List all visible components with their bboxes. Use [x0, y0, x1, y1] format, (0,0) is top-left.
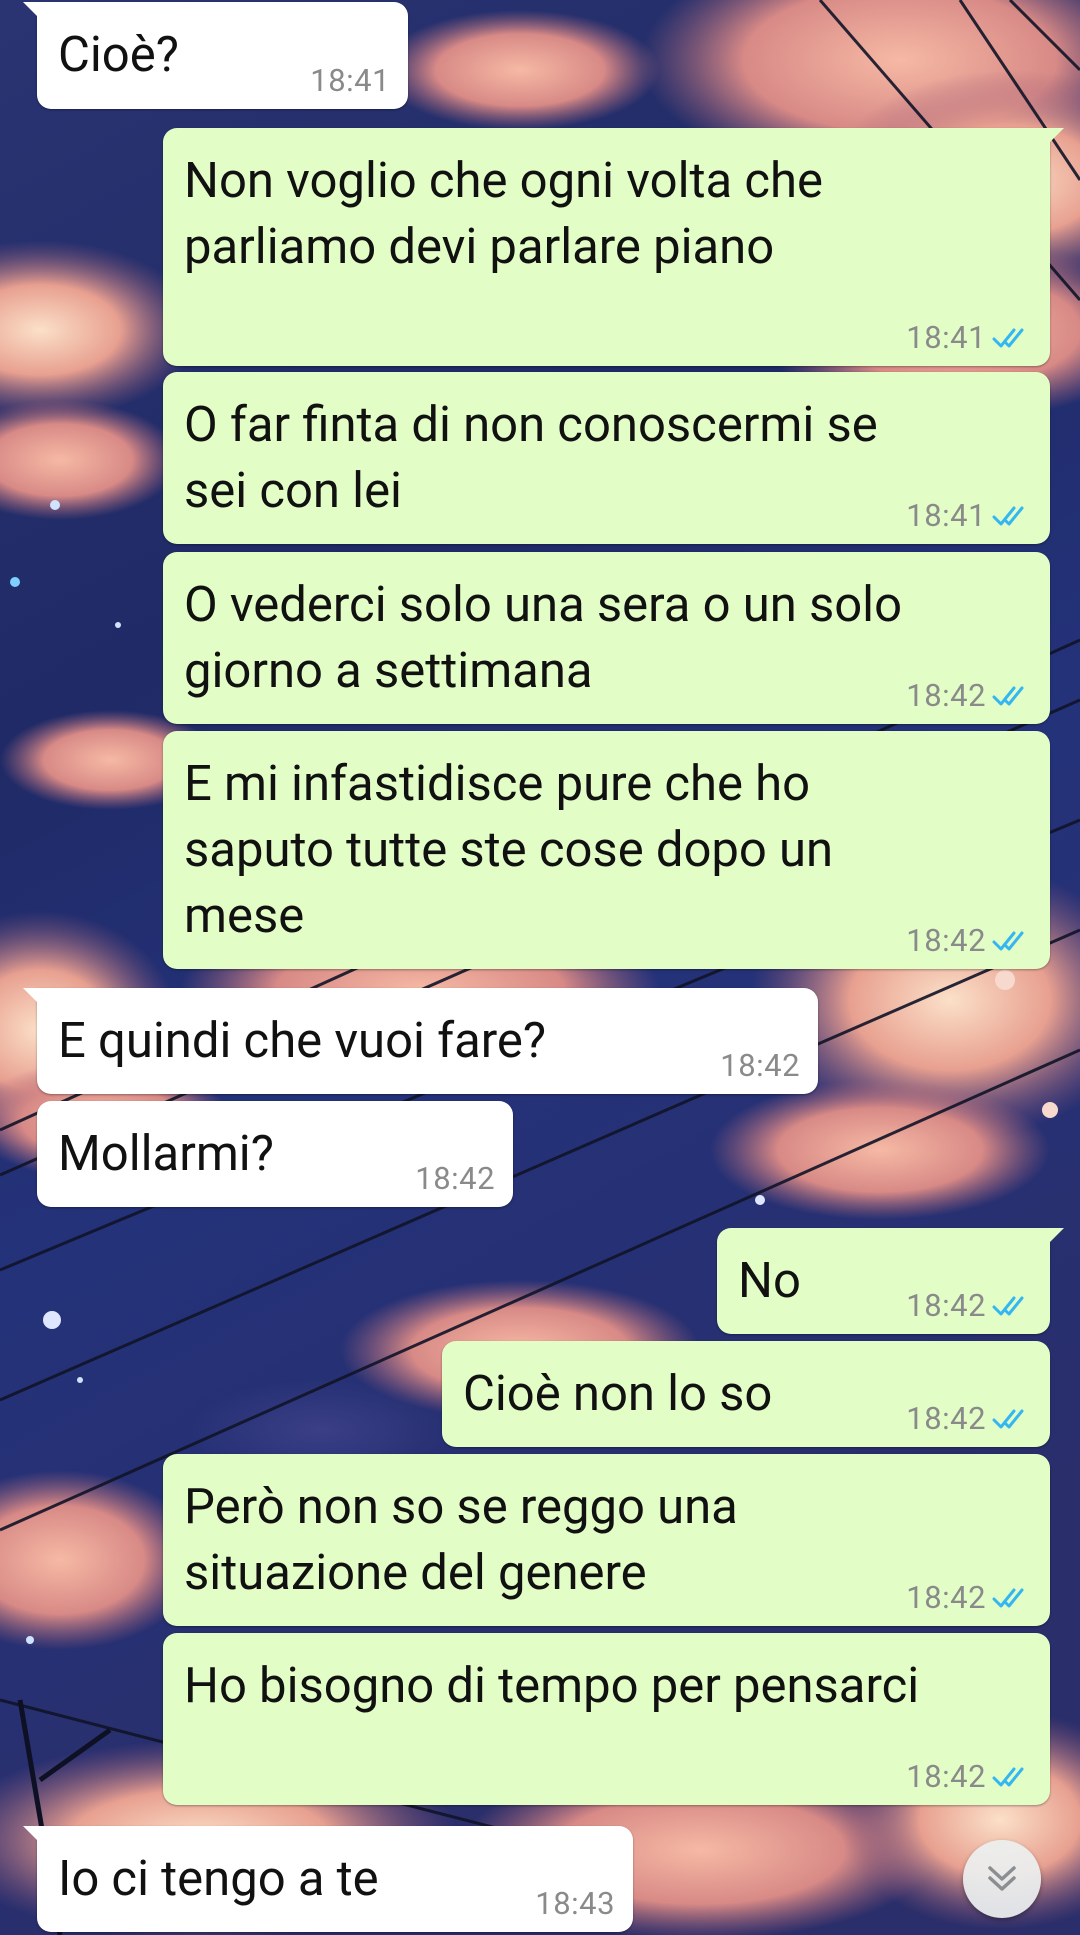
message-timestamp: 18:42 [415, 1160, 495, 1197]
message-meta: 18:42 [906, 677, 1032, 714]
message-meta: 18:42 [415, 1160, 495, 1197]
double-check-icon [992, 931, 1024, 950]
message-text: E quindi che vuoi fare? [58, 1012, 547, 1069]
double-chevron-down-icon [988, 1866, 1016, 1891]
message-timestamp: 18:42 [906, 677, 986, 714]
double-check-icon [992, 686, 1024, 705]
message-text: Però non so se reggo una situazione del … [184, 1478, 738, 1601]
message-meta: 18:42 [906, 1287, 1032, 1324]
double-check-icon [992, 1296, 1024, 1315]
bubble-tail [1048, 1228, 1064, 1244]
message-text: Io ci tengo a te [58, 1850, 379, 1907]
outgoing-message-bubble[interactable]: Cioè non lo so 18:42 [442, 1341, 1050, 1447]
incoming-message-bubble[interactable]: E quindi che vuoi fare? 18:42 [23, 988, 818, 1094]
message-timestamp: 18:41 [906, 497, 986, 534]
message-timestamp: 18:42 [720, 1047, 800, 1084]
double-check-icon [992, 506, 1024, 525]
bubble-tail [23, 988, 39, 1004]
outgoing-message-bubble[interactable]: Ho bisogno di tempo per pensarci 18:42 [163, 1633, 1050, 1805]
bubble-tail [1048, 128, 1064, 144]
message-meta: 18:42 [906, 1400, 1032, 1437]
incoming-message-bubble[interactable]: Cioè? 18:41 [23, 2, 408, 109]
double-check-icon [992, 1767, 1024, 1786]
message-text: O vederci solo una sera o un solo giorno… [184, 576, 903, 699]
double-check-icon [992, 328, 1024, 347]
message-meta: 18:41 [906, 497, 1032, 534]
message-timestamp: 18:42 [906, 1400, 986, 1437]
message-timestamp: 18:41 [906, 319, 986, 356]
outgoing-message-bubble[interactable]: No 18:42 [717, 1228, 1064, 1334]
outgoing-message-bubble[interactable]: E mi infastidisce pure che ho saputo tut… [163, 731, 1050, 969]
message-meta: 18:42 [906, 1579, 1032, 1616]
message-meta: 18:41 [906, 319, 1032, 356]
message-timestamp: 18:42 [906, 1758, 986, 1795]
bubble-tail [23, 1826, 39, 1842]
incoming-message-bubble[interactable]: Mollarmi? 18:42 [37, 1101, 513, 1207]
message-meta: 18:41 [310, 62, 390, 99]
bubble-tail [23, 2, 39, 18]
message-meta: 18:42 [906, 1758, 1032, 1795]
outgoing-message-bubble[interactable]: Però non so se reggo una situazione del … [163, 1454, 1050, 1626]
message-text: Ho bisogno di tempo per pensarci [184, 1657, 920, 1714]
message-meta: 18:43 [535, 1885, 615, 1922]
double-check-icon [992, 1409, 1024, 1428]
outgoing-message-bubble[interactable]: O far finta di non conoscermi se sei con… [163, 372, 1050, 544]
message-timestamp: 18:43 [535, 1885, 615, 1922]
message-text: O far finta di non conoscermi se sei con… [184, 396, 878, 519]
message-timestamp: 18:42 [906, 1579, 986, 1616]
message-timestamp: 18:42 [906, 922, 986, 959]
message-timestamp: 18:42 [906, 1287, 986, 1324]
message-text: E mi infastidisce pure che ho saputo tut… [184, 755, 834, 944]
message-meta: 18:42 [906, 922, 1032, 959]
scroll-to-bottom-button[interactable] [963, 1840, 1041, 1918]
incoming-message-bubble[interactable]: Io ci tengo a te 18:43 [23, 1826, 633, 1932]
message-text: Non voglio che ogni volta che parliamo d… [184, 152, 823, 275]
message-timestamp: 18:41 [310, 62, 390, 99]
outgoing-message-bubble[interactable]: O vederci solo una sera o un solo giorno… [163, 552, 1050, 724]
message-meta: 18:42 [720, 1047, 800, 1084]
outgoing-message-bubble[interactable]: Non voglio che ogni volta che parliamo d… [163, 128, 1064, 366]
double-check-icon [992, 1588, 1024, 1607]
